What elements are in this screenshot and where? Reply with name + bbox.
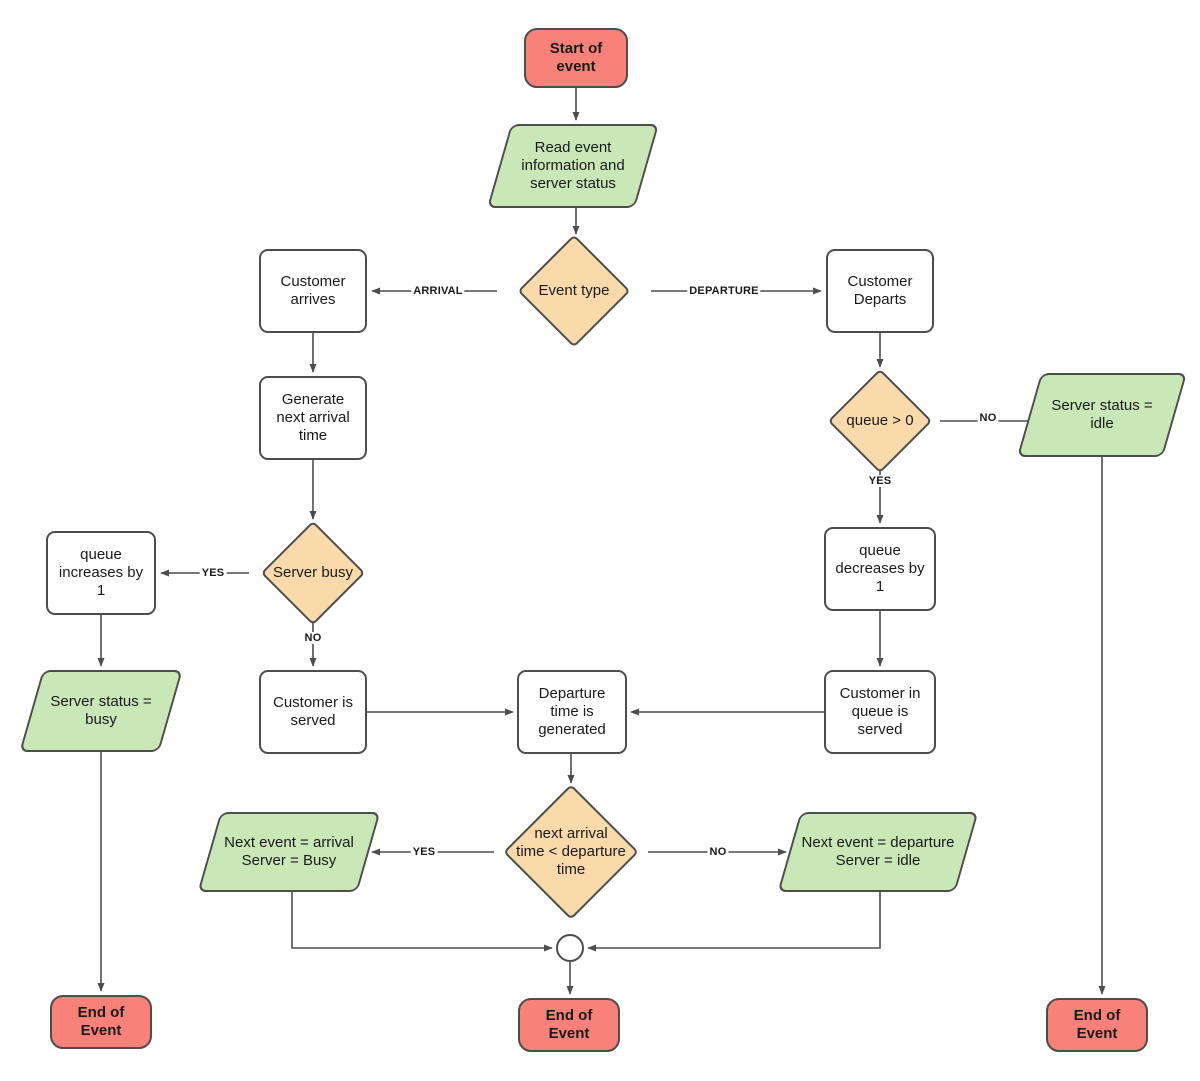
edge-label-decision-yes: YES — [410, 846, 438, 858]
edge-label-busy-no: NO — [302, 632, 324, 644]
edge-label-decision-no: NO — [707, 846, 729, 858]
node-queue-increases-by-1[interactable]: queue increases by 1 — [46, 531, 156, 615]
node-customer-arrives[interactable]: Customer arrives — [259, 249, 367, 333]
node-read-event-information[interactable]: Read event information and server status — [486, 124, 660, 208]
edge-label-departure: DEPARTURE — [687, 285, 761, 297]
node-label: Event type — [538, 281, 610, 299]
edge-label-queue-no: NO — [977, 412, 999, 424]
node-label: Next event = arrival Server = Busy — [224, 833, 354, 869]
node-queue-decreases-by-1[interactable]: queue decreases by 1 — [824, 527, 936, 611]
edge-label-busy-yes: YES — [199, 567, 227, 579]
node-departure-time-is-generated[interactable]: Departure time is generated — [517, 670, 627, 754]
node-generate-next-arrival-time[interactable]: Generate next arrival time — [259, 376, 367, 460]
node-label: End of Event — [1073, 1006, 1121, 1042]
node-next-event-departure-server-idle[interactable]: Next event = departure Server = idle — [777, 812, 979, 892]
node-next-event-arrival-server-busy[interactable]: Next event = arrival Server = Busy — [197, 812, 381, 892]
node-end-of-event-center[interactable]: End of Event — [518, 998, 620, 1052]
node-queue-greater-than-zero-decision[interactable]: queue > 0 — [820, 368, 940, 474]
edge-label-arrival: ARRIVAL — [411, 285, 465, 297]
node-label: Server status = busy — [50, 692, 152, 728]
node-label: next arrival time < departure time — [516, 824, 626, 879]
node-label: Start of event — [549, 39, 603, 75]
node-label: queue > 0 — [846, 411, 914, 429]
node-label: queue decreases by 1 — [835, 541, 925, 596]
node-label: Departure time is generated — [538, 684, 606, 739]
node-customer-departs[interactable]: Customer Departs — [826, 249, 934, 333]
node-server-status-idle[interactable]: Server status = idle — [1016, 373, 1188, 457]
node-end-of-event-right[interactable]: End of Event — [1046, 998, 1148, 1052]
node-label: Server busy — [272, 563, 354, 581]
node-label: queue increases by 1 — [58, 545, 144, 600]
node-merge-connector[interactable] — [556, 934, 584, 962]
node-start-of-event[interactable]: Start of event — [524, 28, 628, 88]
node-label: Read event information and server status — [521, 138, 625, 193]
node-label: Server status = idle — [1051, 396, 1153, 432]
node-event-type-decision[interactable]: Event type — [497, 234, 651, 348]
node-server-busy-decision[interactable]: Server busy — [249, 520, 377, 626]
edge-label-queue-yes: YES — [866, 475, 894, 487]
node-customer-is-served[interactable]: Customer is served — [259, 670, 367, 754]
node-next-arrival-before-departure-decision[interactable]: next arrival time < departure time — [494, 784, 648, 920]
node-end-of-event-left[interactable]: End of Event — [50, 995, 152, 1049]
node-label: Customer is served — [272, 693, 354, 729]
node-customer-in-queue-is-served[interactable]: Customer in queue is served — [824, 670, 936, 754]
node-label: Next event = departure Server = idle — [801, 833, 955, 869]
flowchart-canvas: Start of event Read event information an… — [0, 0, 1200, 1081]
node-label: Customer in queue is served — [839, 684, 921, 739]
node-label: End of Event — [545, 1006, 593, 1042]
node-label: Generate next arrival time — [276, 390, 350, 445]
node-label: Customer arrives — [280, 272, 346, 308]
node-label: Customer Departs — [847, 272, 913, 308]
node-label: End of Event — [77, 1003, 125, 1039]
node-server-status-busy[interactable]: Server status = busy — [19, 670, 183, 752]
